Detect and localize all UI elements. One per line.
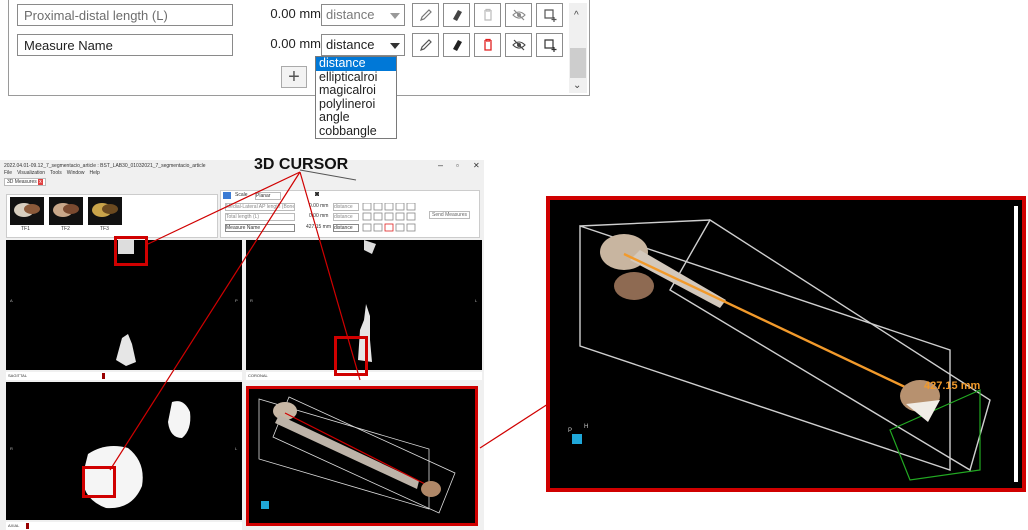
svg-text:P: P <box>568 428 572 434</box>
3d-cursor-label: 3D CURSOR <box>254 156 349 173</box>
zoomed-3d-view: P H <box>546 196 1026 492</box>
svg-text:H: H <box>584 424 588 430</box>
distance-label: 427.15 mm <box>924 380 981 392</box>
